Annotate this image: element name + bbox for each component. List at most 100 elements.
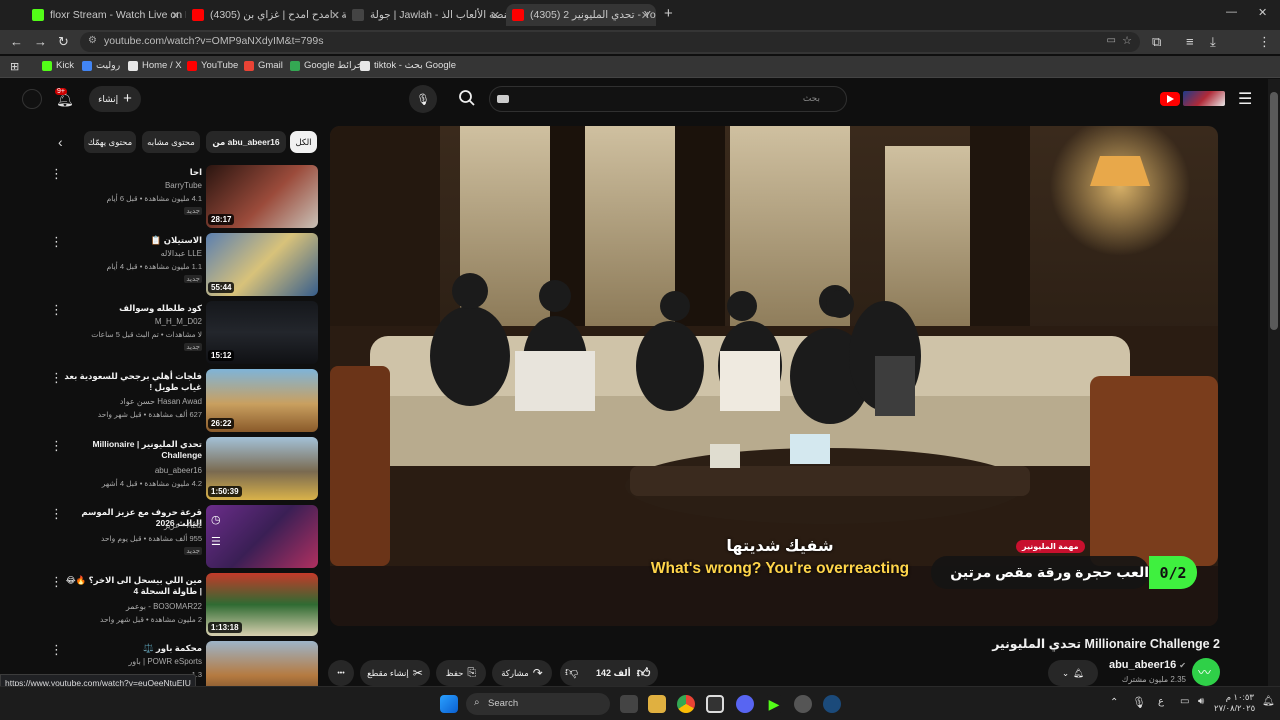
more-options-icon[interactable]: ⋮ bbox=[50, 439, 63, 452]
chrome-icon[interactable] bbox=[677, 695, 695, 713]
close-icon[interactable]: ✕ bbox=[491, 9, 500, 22]
search-input[interactable]: بحث bbox=[489, 86, 847, 112]
close-icon[interactable]: ✕ bbox=[331, 9, 340, 22]
apps-grid-icon[interactable]: ⊞ bbox=[10, 60, 19, 73]
close-icon[interactable]: ✕ bbox=[171, 9, 180, 22]
video-title[interactable]: كود طلطله وسوالف bbox=[62, 303, 202, 314]
more-options-icon[interactable]: ⋮ bbox=[50, 303, 63, 316]
app-icon[interactable] bbox=[706, 695, 724, 713]
tab-kick[interactable]: floxr Stream - Watch Live on Kick ✕ bbox=[26, 4, 186, 26]
video-title[interactable]: تحدي المليونير | Millionaire Challenge bbox=[62, 439, 202, 461]
url-input[interactable]: ⚙ youtube.com/watch?v=OMP9aNXdyIM&t=799s… bbox=[80, 32, 1140, 52]
start-menu-icon[interactable] bbox=[440, 695, 458, 713]
list-item[interactable]: ◷ ☰ قرعة حروف مع عزيز الموسم الثالث 2026… bbox=[0, 505, 320, 569]
list-item[interactable]: 1:50:39 تحدي المليونير | Millionaire Cha… bbox=[0, 437, 320, 501]
list-item[interactable]: 28:17 احا BarryTube 4.1 مليون مشاهدة • ق… bbox=[0, 165, 320, 229]
video-title[interactable]: محكمة باور ⚖️ bbox=[62, 643, 202, 654]
bookmark-maps[interactable]: Google خرائط bbox=[290, 60, 363, 71]
video-thumbnail[interactable] bbox=[206, 641, 318, 687]
cast-icon[interactable]: ▭ bbox=[1107, 35, 1116, 46]
forward-arrow-icon[interactable]: → bbox=[34, 34, 47, 49]
channel-name[interactable]: حسن عواد Hasan Awad bbox=[62, 397, 202, 406]
taskbar-search[interactable]: ⌕ Search bbox=[466, 693, 610, 715]
chip-similar[interactable]: محتوى مشابه bbox=[142, 131, 200, 153]
new-tab-button[interactable]: + bbox=[664, 5, 673, 22]
list-item[interactable]: 26:22 فلجات أهلي برجحي للسعودية بعد غياب… bbox=[0, 369, 320, 433]
bookmark-x[interactable]: Home / X bbox=[128, 60, 182, 71]
volume-icon[interactable]: 🔊︎ bbox=[1198, 696, 1204, 707]
notifications-icon[interactable]: 🔔︎ bbox=[1262, 696, 1275, 707]
channel-name[interactable]: بوعمر - BO3OMAR22 bbox=[62, 602, 202, 611]
create-button[interactable]: إنشاء + bbox=[89, 86, 141, 112]
tray-chevron-up-icon[interactable]: ⌃ bbox=[1110, 697, 1118, 708]
clock[interactable]: ١٠:٥٣ م ٢٧/٠٨/٢٠٢٥ bbox=[1214, 692, 1255, 714]
more-actions-button[interactable]: ••• bbox=[328, 660, 354, 686]
reload-icon[interactable]: ↻ bbox=[58, 34, 69, 50]
bookmark-roulette[interactable]: روليت bbox=[82, 60, 120, 71]
bookmark-youtube[interactable]: YouTube bbox=[187, 60, 238, 71]
media-queue-icon[interactable]: ≡ bbox=[1186, 34, 1194, 49]
share-button[interactable]: مشاركة ↷ bbox=[492, 660, 552, 686]
channel-avatar[interactable]: 〰 bbox=[1192, 658, 1220, 686]
bookmark-tiktok-search[interactable]: tiktok - بحث Google bbox=[360, 60, 456, 71]
subscribe-notifications-button[interactable]: ⌄ 🔔︎ bbox=[1048, 660, 1098, 686]
channel-name[interactable]: عبدالاله LLE bbox=[62, 249, 202, 258]
youtube-logo-icon[interactable] bbox=[1160, 92, 1180, 106]
chip-related-interest[interactable]: محتوى يهمّك bbox=[84, 131, 136, 153]
channel-name[interactable]: BarryTube bbox=[62, 181, 202, 190]
like-button[interactable]: 142 ألف 👍︎ bbox=[596, 665, 650, 681]
app-icon[interactable] bbox=[794, 695, 812, 713]
youtube-doodle-logo[interactable] bbox=[1183, 91, 1225, 106]
channel-name[interactable]: abu_abeer16 ✔ bbox=[1090, 659, 1186, 671]
browser-menu-icon[interactable]: ⋮ bbox=[1258, 34, 1271, 50]
add-to-queue-icon[interactable]: ☰ bbox=[211, 535, 221, 548]
video-title[interactable]: الاستيلان 📋 bbox=[62, 235, 202, 246]
list-item[interactable]: 15:12 كود طلطله وسوالف M_H_M_D02 لا مشاه… bbox=[0, 301, 320, 365]
more-options-icon[interactable]: ⋮ bbox=[50, 575, 63, 588]
site-info-icon[interactable]: ⚙ bbox=[88, 35, 97, 46]
avatar[interactable] bbox=[22, 89, 42, 109]
keyboard-icon[interactable] bbox=[497, 95, 509, 103]
network-icon[interactable]: ▭ bbox=[1180, 696, 1189, 707]
bookmark-star-icon[interactable]: ☆ bbox=[1122, 34, 1132, 47]
channel-name[interactable]: باور | POWR eSports bbox=[62, 657, 202, 666]
scrollbar-thumb[interactable] bbox=[1270, 92, 1278, 330]
tab-youtube-active[interactable]: (4305) تحدي المليونير 2 - YouTube ✕ bbox=[506, 4, 656, 26]
bookmark-gmail[interactable]: Gmail bbox=[244, 60, 283, 71]
channel-name[interactable]: M_H_M_D02 bbox=[62, 317, 202, 326]
list-item[interactable]: 55:44 الاستيلان 📋 عبدالاله LLE 1.1 مليون… bbox=[0, 233, 320, 297]
steam-icon[interactable] bbox=[823, 695, 841, 713]
guide-menu-icon[interactable]: ☰ bbox=[1238, 89, 1252, 109]
watch-later-icon[interactable]: ◷ bbox=[211, 513, 221, 526]
extensions-icon[interactable]: ⧉ bbox=[1152, 34, 1161, 50]
channel-name[interactable]: abu_abeer16 bbox=[62, 466, 202, 475]
minimize-button[interactable]: — bbox=[1226, 6, 1237, 18]
save-button[interactable]: حفظ ⎘ bbox=[436, 660, 486, 686]
media-player-icon[interactable]: ▶ bbox=[765, 695, 783, 713]
file-explorer-icon[interactable] bbox=[648, 695, 666, 713]
video-title[interactable]: مين اللي بيسحل الى الاخر؟ 🔥😂 | طاولة الس… bbox=[62, 575, 202, 597]
video-thumbnail[interactable] bbox=[206, 505, 318, 568]
back-arrow-icon[interactable]: ← bbox=[10, 34, 23, 49]
bookmark-kick[interactable]: Kick bbox=[42, 60, 74, 71]
input-language[interactable]: ع bbox=[1158, 696, 1164, 707]
chip-from-channel[interactable]: من abu_abeer16 bbox=[206, 131, 286, 153]
video-title[interactable]: فلجات أهلي برجحي للسعودية بعد غياب طويل … bbox=[62, 371, 202, 393]
more-options-icon[interactable]: ⋮ bbox=[50, 167, 63, 180]
more-options-icon[interactable]: ⋮ bbox=[50, 235, 63, 248]
search-button[interactable] bbox=[458, 89, 476, 110]
more-options-icon[interactable]: ⋮ bbox=[50, 643, 63, 656]
clip-button[interactable]: إنشاء مقطع ✂ bbox=[360, 660, 430, 686]
discord-icon[interactable] bbox=[736, 695, 754, 713]
download-icon[interactable]: ⤓ bbox=[1210, 34, 1216, 50]
more-options-icon[interactable]: ⋮ bbox=[50, 507, 63, 520]
task-view-icon[interactable] bbox=[620, 695, 638, 713]
close-window-button[interactable]: ✕ bbox=[1258, 6, 1267, 19]
channel-name[interactable]: عزيز - Aziz bbox=[62, 521, 202, 530]
tab-youtube-sheila[interactable]: (4305) شيلة : امدح امدح | غزاي بن ✕ bbox=[186, 4, 346, 26]
chips-scroll-left-icon[interactable]: ‹ bbox=[58, 134, 63, 150]
voice-search-button[interactable]: 🎙︎ bbox=[409, 85, 437, 113]
chip-all[interactable]: الكل bbox=[290, 131, 317, 153]
microphone-icon[interactable]: 🎙︎ bbox=[1132, 696, 1146, 709]
dislike-button[interactable]: 👎︎ bbox=[565, 664, 578, 680]
